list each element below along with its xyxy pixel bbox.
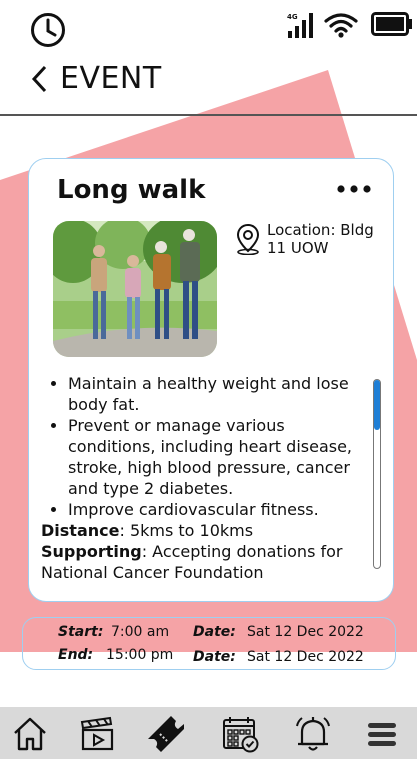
bell-icon[interactable]	[293, 714, 333, 754]
event-card: Long walk Location: Bldg 11 UOW • Mainta…	[28, 158, 394, 602]
svg-text:4G: 4G	[287, 13, 298, 21]
start-date-label: Date:	[193, 624, 236, 640]
home-icon[interactable]	[10, 714, 50, 754]
more-horizontal-icon[interactable]	[335, 183, 373, 195]
scrollbar-thumb[interactable]	[374, 380, 380, 430]
supporting-label: Supporting	[41, 542, 142, 561]
event-location: Location: Bldg 11 UOW	[267, 221, 374, 257]
benefits-list: Maintain a healthy weight and lose body …	[41, 373, 371, 520]
signal-icon: 4G	[287, 13, 313, 38]
wifi-icon	[324, 13, 358, 38]
map-pin-icon	[236, 223, 260, 255]
chevron-left-icon[interactable]	[30, 63, 50, 95]
menu-icon[interactable]	[362, 714, 402, 754]
ticket-icon[interactable]	[146, 714, 186, 754]
distance-info: Distance: 5kms to 10kms	[41, 520, 371, 541]
list-item: Prevent or manage various conditions, in…	[68, 415, 371, 499]
supporting-info: Supporting: Accepting donations for Nati…	[41, 541, 371, 583]
end-label: End:	[58, 647, 94, 663]
distance-label: Distance	[41, 521, 120, 540]
event-details[interactable]: Maintain a healthy weight and lose body …	[41, 373, 371, 595]
end-date: Sat 12 Dec 2022	[247, 649, 364, 665]
header: EVENT	[0, 55, 417, 115]
end-date-label: Date:	[193, 649, 236, 665]
start-label: Start:	[58, 624, 104, 640]
clock-icon	[31, 13, 65, 47]
distance-value: : 5kms to 10kms	[119, 521, 254, 540]
start-date: Sat 12 Dec 2022	[247, 624, 364, 640]
schedule-box: Start: 7:00 am Date: Sat 12 Dec 2022 End…	[22, 617, 396, 670]
battery-icon	[371, 12, 412, 36]
calendar-check-icon[interactable]	[220, 714, 260, 754]
event-title: Long walk	[57, 175, 206, 205]
clapperboard-icon[interactable]	[77, 714, 117, 754]
event-photo	[53, 221, 217, 357]
status-bar: 4G	[0, 0, 417, 50]
page-title: EVENT	[60, 61, 162, 96]
start-time: 7:00 am	[111, 624, 170, 640]
list-item: Maintain a healthy weight and lose body …	[68, 373, 371, 415]
bottom-nav	[0, 707, 417, 759]
header-divider	[0, 114, 417, 116]
end-time: 15:00 pm	[106, 647, 174, 663]
list-item: Improve cardiovascular fitness.	[68, 499, 371, 520]
